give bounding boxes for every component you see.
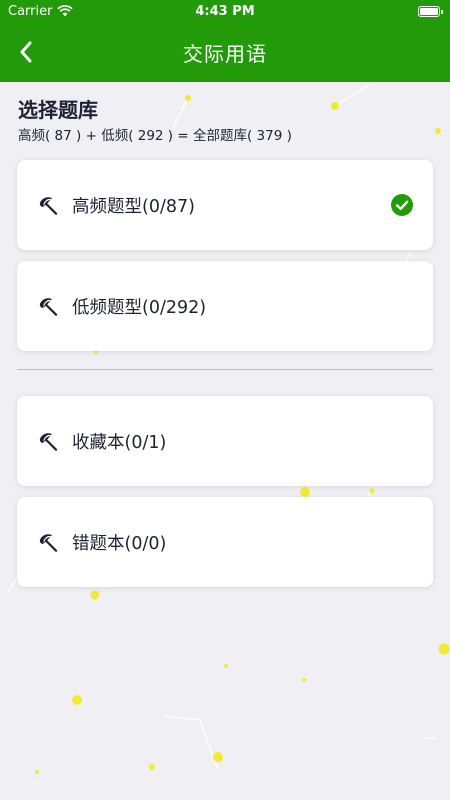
umbrella-icon <box>39 534 58 552</box>
status-time: 4:43 PM <box>195 3 255 19</box>
battery-level <box>420 7 438 15</box>
bank-card-label: 低频题型(0/292) <box>72 297 207 318</box>
umbrella-icon <box>39 433 58 451</box>
chevron-left-icon <box>20 41 32 63</box>
navigation-bar: 交际用语 <box>0 22 450 82</box>
bank-card-mistakes[interactable]: 错题本(0/0) <box>17 497 433 587</box>
bank-card-low-frequency[interactable]: 低频题型(0/292) <box>17 261 433 351</box>
umbrella-icon <box>39 298 58 316</box>
umbrella-icon <box>39 197 58 215</box>
page-title: 交际用语 <box>183 41 267 66</box>
section-title: 选择题库 <box>18 98 98 122</box>
bank-card-label: 错题本(0/0) <box>72 533 167 554</box>
bank-card-high-frequency[interactable]: 高频题型(0/87) <box>17 160 433 250</box>
bank-card-favorites[interactable]: 收藏本(0/1) <box>17 396 433 486</box>
status-bar: Carrier 4:43 PM <box>0 0 450 22</box>
question-bank-summary: 高频( 87 ) + 低频( 292 ) = 全部题库( 379 ) <box>18 128 292 144</box>
back-button[interactable] <box>6 32 46 72</box>
section-divider <box>17 369 433 370</box>
bank-card-label: 高频题型(0/87) <box>72 196 195 217</box>
check-circle-icon <box>391 194 413 216</box>
bank-card-label: 收藏本(0/1) <box>72 432 167 453</box>
battery-icon <box>418 5 443 17</box>
